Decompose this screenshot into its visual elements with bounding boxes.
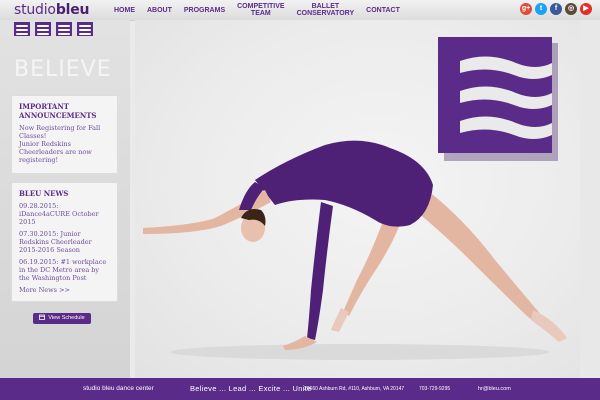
nav-home-label: HOME <box>114 6 135 14</box>
footer-email[interactable]: hr@bleu.com <box>478 378 511 400</box>
nav-ballet-label-line1: BALLET <box>311 3 340 10</box>
studio-bleu-emblem <box>438 37 558 161</box>
studio-bleu-logo[interactable]: studiobleu <box>14 2 89 18</box>
nav-competitive-team[interactable]: COMPETITIVE TEAM <box>231 3 290 17</box>
instagram-glyph: ◎ <box>567 5 575 12</box>
wave-tile-icon <box>35 22 51 36</box>
announcements-title: IMPORTANT ANNOUNCEMENTS <box>19 102 97 120</box>
logo-studio-text: studio <box>14 2 56 18</box>
google-plus-icon[interactable]: g+ <box>520 3 532 15</box>
announcement-item[interactable]: Now Registering for Fall Classes! <box>19 124 110 140</box>
twitter-glyph: t <box>539 5 543 12</box>
hero-image <box>135 20 580 378</box>
nav-ballet-conservatory[interactable]: BALLET CONSERVATORY <box>291 3 361 17</box>
nav-contact-label: CONTACT <box>366 6 400 14</box>
footer-bar: studio bleu dance center Believe ... Lea… <box>0 378 600 400</box>
google-plus-glyph: g+ <box>521 5 531 12</box>
instagram-icon[interactable]: ◎ <box>565 3 577 15</box>
brand-wave-tiles <box>14 22 93 36</box>
calendar-icon <box>39 314 46 320</box>
news-item[interactable]: 09.28.2015: iDance4aCURE October 2015 <box>19 202 110 226</box>
nav-competitive-label-line2: TEAM <box>250 10 271 17</box>
youtube-icon[interactable]: ▶ <box>580 3 592 15</box>
right-margin <box>580 20 600 378</box>
footer-motto: Believe ... Lead ... Excite ... Unite <box>190 384 312 393</box>
view-schedule-label: View Schedule <box>48 315 85 321</box>
left-sidebar: BELIEVE IMPORTANT ANNOUNCEMENTS Now Regi… <box>0 20 130 378</box>
wave-tile-icon <box>14 22 30 36</box>
believe-tagline: BELIEVE <box>14 57 112 82</box>
news-item[interactable]: 06.19.2015: #1 workplace in the DC Metro… <box>19 258 110 282</box>
nav-competitive-label-line1: COMPETITIVE <box>237 3 285 10</box>
news-panel: BLEU NEWS 09.28.2015: iDance4aCURE Octob… <box>11 182 118 302</box>
facebook-icon[interactable]: f <box>550 3 562 15</box>
nav-contact[interactable]: CONTACT <box>360 7 406 14</box>
nav-home[interactable]: HOME <box>108 7 141 14</box>
main-nav: HOME ABOUT PROGRAMS COMPETITIVE TEAM BALL… <box>108 0 406 20</box>
wave-tile-icon <box>77 22 93 36</box>
announcement-item[interactable]: Junior Redskins Cheerleaders are now reg… <box>19 140 110 164</box>
nav-about-label: ABOUT <box>147 6 172 14</box>
announcements-panel: IMPORTANT ANNOUNCEMENTS Now Registering … <box>11 95 118 174</box>
top-navigation-bar: studiobleu HOME ABOUT PROGRAMS COMPETITI… <box>0 0 600 21</box>
social-links: g+ t f ◎ ▶ <box>520 3 592 15</box>
nav-programs-label: PROGRAMS <box>183 6 226 14</box>
footer-studio-name: studio bleu dance center <box>83 385 154 392</box>
twitter-icon[interactable]: t <box>535 3 547 15</box>
wave-tile-icon <box>56 22 72 36</box>
logo-bleu-text: bleu <box>55 2 90 18</box>
more-news-link[interactable]: More News >> <box>19 286 110 294</box>
view-schedule-button[interactable]: View Schedule <box>33 313 91 324</box>
footer-address: 20660 Ashburn Rd, #110, Ashburn, VA 2014… <box>304 386 405 392</box>
nav-ballet-label-line2: CONSERVATORY <box>296 10 355 17</box>
facebook-glyph: f <box>554 5 558 12</box>
news-item[interactable]: 07.30.2015: Junior Redskins Cheerleader … <box>19 230 110 254</box>
nav-about[interactable]: ABOUT <box>141 7 178 14</box>
footer-phone[interactable]: 703-729-9295 <box>419 378 450 400</box>
news-title: BLEU NEWS <box>19 189 69 198</box>
youtube-glyph: ▶ <box>583 5 589 12</box>
nav-programs[interactable]: PROGRAMS <box>178 7 231 14</box>
